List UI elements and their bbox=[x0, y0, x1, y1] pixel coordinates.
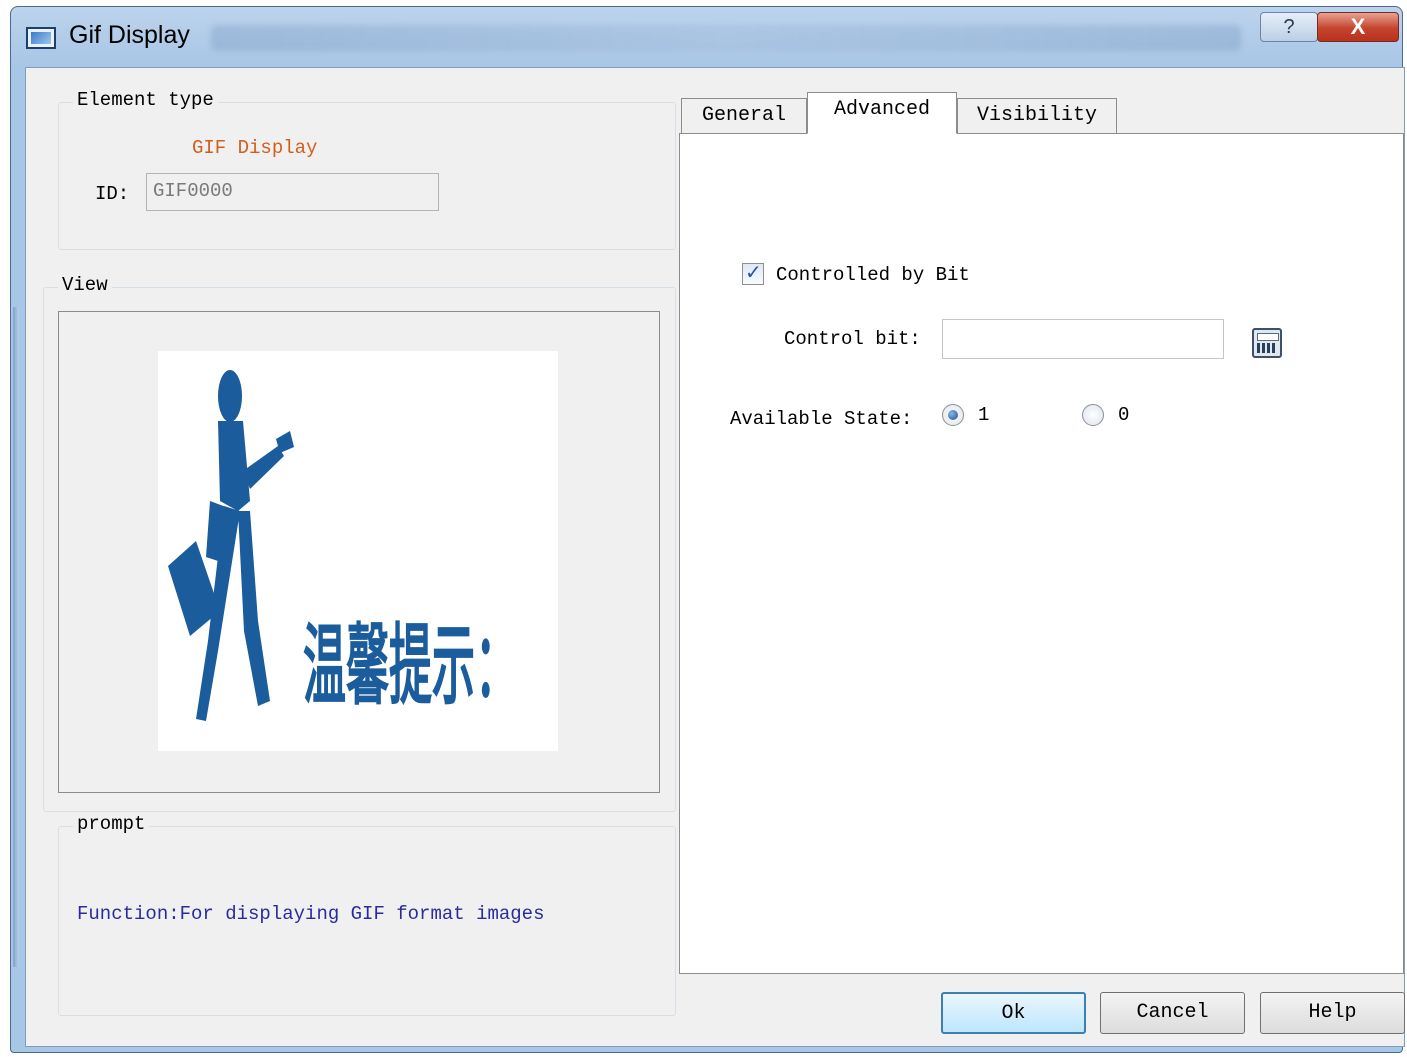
tab-general[interactable]: General bbox=[681, 98, 807, 134]
gif-preview-text: 温馨提示： bbox=[303, 614, 518, 717]
window-app-icon bbox=[26, 27, 56, 49]
radio-selected-dot bbox=[948, 410, 958, 420]
window-frame-edge bbox=[13, 307, 19, 967]
control-bit-label: Control bit: bbox=[784, 328, 921, 350]
checkmark-icon: ✓ bbox=[745, 260, 762, 284]
dialog-window: Gif Display ? X Element type GIF Display… bbox=[10, 6, 1405, 1053]
view-preview-frame: 温馨提示： bbox=[58, 311, 660, 793]
state-0-label: 0 bbox=[1118, 404, 1130, 426]
cancel-button[interactable]: Cancel bbox=[1100, 992, 1245, 1034]
view-group-label: View bbox=[58, 274, 112, 296]
element-type-group-label: Element type bbox=[73, 89, 218, 111]
blurred-background-toolbar bbox=[211, 25, 1241, 51]
controlled-by-bit-checkbox[interactable]: ✓ bbox=[742, 260, 764, 285]
tab-visibility[interactable]: Visibility bbox=[957, 98, 1117, 134]
gif-preview-graphic: 温馨提示： bbox=[168, 370, 518, 721]
element-type-value: GIF Display bbox=[192, 137, 318, 159]
element-type-group: Element type GIF Display ID: GIF0000 bbox=[58, 89, 676, 250]
prompt-group-label: prompt bbox=[73, 813, 150, 835]
state-0-radio[interactable] bbox=[1082, 404, 1104, 426]
state-1-radio[interactable] bbox=[942, 404, 964, 426]
prompt-group: prompt Function:For displaying GIF forma… bbox=[58, 813, 676, 1016]
gif-preview-image: 温馨提示： bbox=[158, 351, 558, 751]
id-field[interactable]: GIF0000 bbox=[146, 173, 439, 211]
controlled-by-bit-label: Controlled by Bit bbox=[776, 264, 970, 286]
title-help-button[interactable]: ? bbox=[1260, 12, 1318, 42]
state-1-label: 1 bbox=[978, 404, 990, 426]
prompt-text: Function:For displaying GIF format image… bbox=[77, 903, 545, 925]
dialog-client-area: Element type GIF Display ID: GIF0000 Vie… bbox=[25, 67, 1405, 1047]
close-button[interactable]: X bbox=[1317, 12, 1399, 42]
window-title: Gif Display bbox=[69, 21, 190, 49]
advanced-tab-panel: ✓ Controlled by Bit Control bit: Availab… bbox=[679, 133, 1404, 974]
calculator-icon[interactable] bbox=[1252, 328, 1282, 358]
control-bit-input[interactable] bbox=[942, 319, 1224, 359]
available-state-label: Available State: bbox=[730, 408, 913, 430]
tab-advanced[interactable]: Advanced bbox=[807, 92, 957, 134]
id-label: ID: bbox=[95, 183, 130, 205]
ok-button[interactable]: Ok bbox=[941, 992, 1086, 1034]
walking-figure-icon bbox=[168, 370, 294, 721]
help-button[interactable]: Help bbox=[1260, 992, 1405, 1034]
title-bar[interactable]: Gif Display ? X bbox=[11, 7, 1402, 65]
